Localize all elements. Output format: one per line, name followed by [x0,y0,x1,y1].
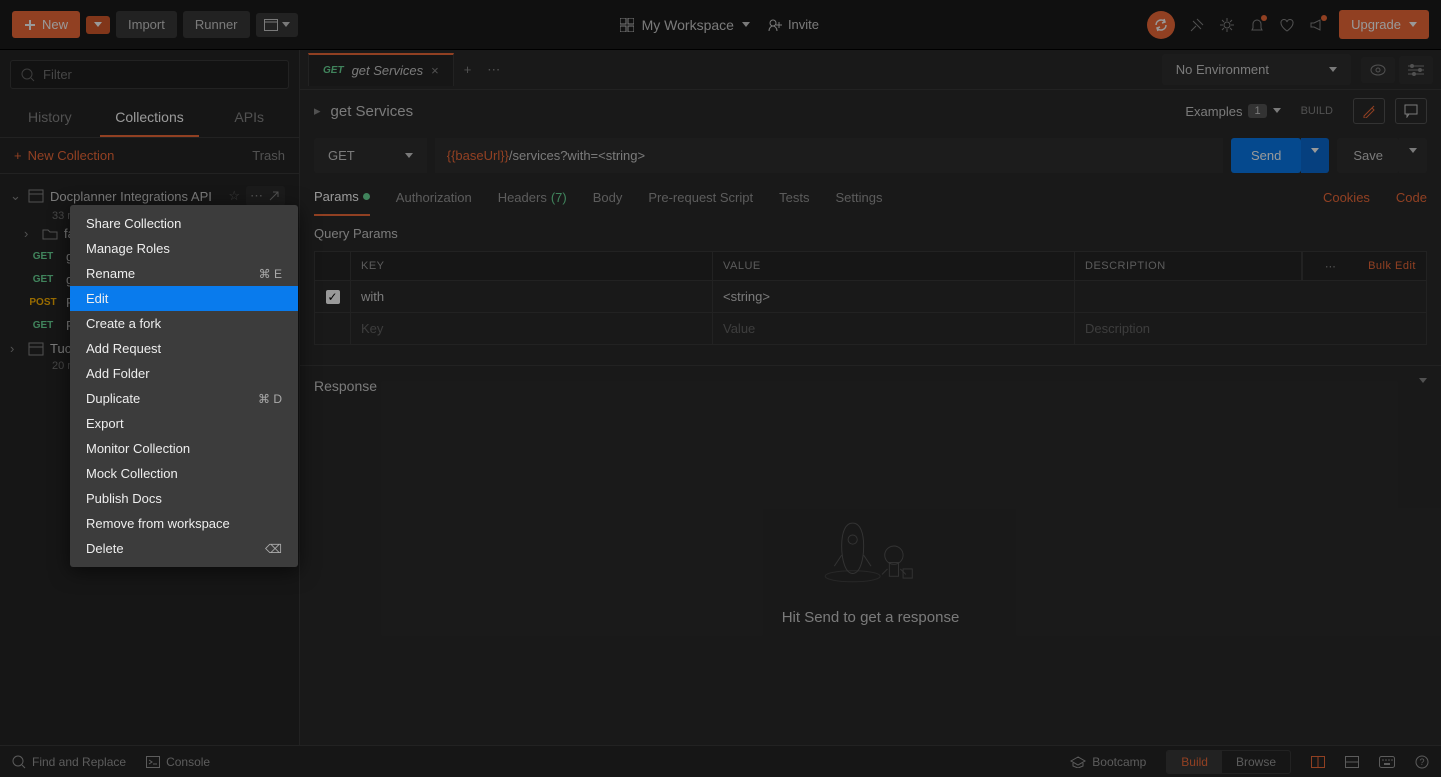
ctx-edit[interactable]: Edit [70,286,298,311]
ctx-remove[interactable]: Remove from workspace [70,511,298,536]
ctx-manage-roles[interactable]: Manage Roles [70,236,298,261]
shortcut: ⌘ E [259,267,282,281]
shortcut: ⌘ D [258,392,282,406]
ctx-add-request[interactable]: Add Request [70,336,298,361]
ctx-add-folder[interactable]: Add Folder [70,361,298,386]
ctx-monitor[interactable]: Monitor Collection [70,436,298,461]
ctx-publish[interactable]: Publish Docs [70,486,298,511]
ctx-export[interactable]: Export [70,411,298,436]
ctx-delete[interactable]: Delete⌫ [70,536,298,561]
delete-icon: ⌫ [265,542,282,556]
context-menu: Share Collection Manage Roles Rename⌘ E … [70,205,298,567]
ctx-duplicate[interactable]: Duplicate⌘ D [70,386,298,411]
ctx-create-fork[interactable]: Create a fork [70,311,298,336]
ctx-mock[interactable]: Mock Collection [70,461,298,486]
ctx-share-collection[interactable]: Share Collection [70,211,298,236]
ctx-rename[interactable]: Rename⌘ E [70,261,298,286]
